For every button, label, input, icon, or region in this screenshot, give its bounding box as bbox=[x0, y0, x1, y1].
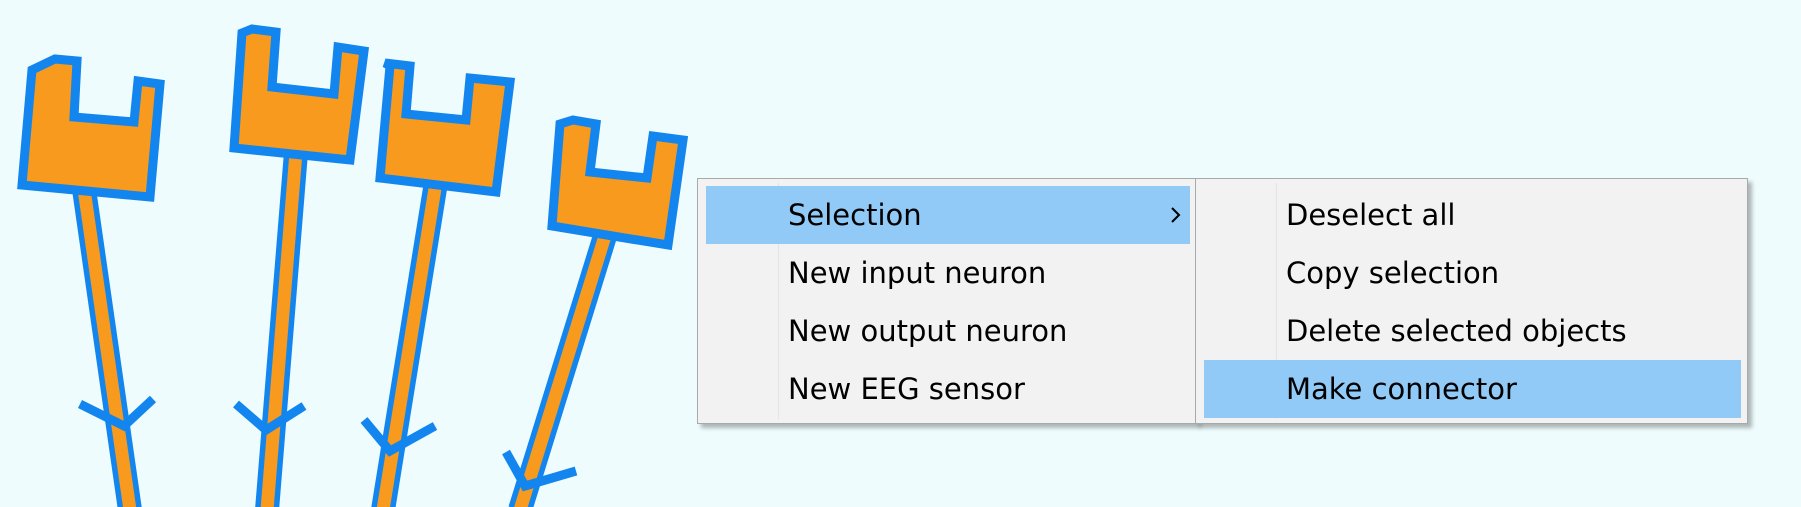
neuron[interactable] bbox=[360, 58, 516, 507]
menu-item-label: New input neuron bbox=[788, 256, 1047, 290]
menu-item-label: Selection bbox=[788, 198, 922, 232]
submenu-item-copy-selection[interactable]: Copy selection bbox=[1204, 244, 1741, 302]
neuron[interactable] bbox=[502, 115, 689, 507]
neuron[interactable] bbox=[229, 24, 370, 507]
menu-item-label: Make connector bbox=[1286, 372, 1517, 406]
menu-item-label: Deselect all bbox=[1286, 198, 1456, 232]
menu-item-selection[interactable]: Selection bbox=[706, 186, 1190, 244]
neuron[interactable] bbox=[17, 54, 165, 507]
menu-item-label: Delete selected objects bbox=[1286, 314, 1627, 348]
neuron-cup bbox=[547, 115, 689, 251]
menu-item-new-eeg-sensor[interactable]: New EEG sensor bbox=[706, 360, 1190, 418]
neuron-cup bbox=[375, 58, 516, 198]
menu-item-label: New output neuron bbox=[788, 314, 1068, 348]
menu-item-label: New EEG sensor bbox=[788, 372, 1025, 406]
menu-item-label: Copy selection bbox=[1286, 256, 1500, 290]
submenu-item-delete-selected-objects[interactable]: Delete selected objects bbox=[1204, 302, 1741, 360]
submenu-item-deselect-all[interactable]: Deselect all bbox=[1204, 186, 1741, 244]
menu-item-new-input-neuron[interactable]: New input neuron bbox=[706, 244, 1190, 302]
context-menu: Selection New input neuron New output ne… bbox=[697, 178, 1197, 424]
neuron-cup bbox=[17, 54, 165, 202]
neuron-cup bbox=[229, 24, 370, 165]
chevron-right-icon bbox=[1171, 207, 1181, 223]
submenu-item-make-connector[interactable]: Make connector bbox=[1204, 360, 1741, 418]
menu-item-new-output-neuron[interactable]: New output neuron bbox=[706, 302, 1190, 360]
selection-submenu: Deselect all Copy selection Delete selec… bbox=[1195, 178, 1748, 424]
